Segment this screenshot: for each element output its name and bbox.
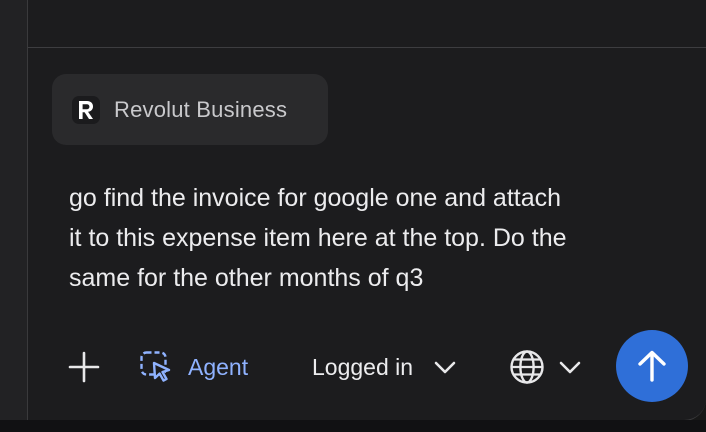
agent-cursor-icon: [140, 351, 171, 382]
context-chip-label: Revolut Business: [114, 96, 288, 122]
add-attachment-button[interactable]: [66, 349, 102, 385]
bottom-strip: [0, 420, 706, 432]
context-chip-revolut-business[interactable]: Revolut Business: [52, 74, 328, 145]
chevron-down-icon: [559, 361, 581, 374]
app-window: Revolut Business go find the invoice for…: [0, 0, 706, 432]
session-select-label: Logged in: [312, 353, 414, 380]
chevron-down-icon: [434, 361, 456, 374]
agent-mode-label: Agent: [188, 353, 249, 380]
left-side-rail: [0, 0, 28, 432]
plus-icon: [68, 351, 100, 383]
language-select[interactable]: [508, 347, 582, 387]
revolut-logo-icon: [72, 95, 100, 124]
send-button[interactable]: [616, 330, 688, 402]
globe-icon: [510, 350, 544, 384]
agent-mode-button[interactable]: Agent: [138, 347, 248, 387]
conversation-pane: [28, 0, 706, 48]
session-select[interactable]: Logged in: [312, 347, 457, 387]
arrow-up-icon: [638, 350, 666, 382]
prompt-input[interactable]: go find the invoice for google one and a…: [69, 178, 669, 298]
